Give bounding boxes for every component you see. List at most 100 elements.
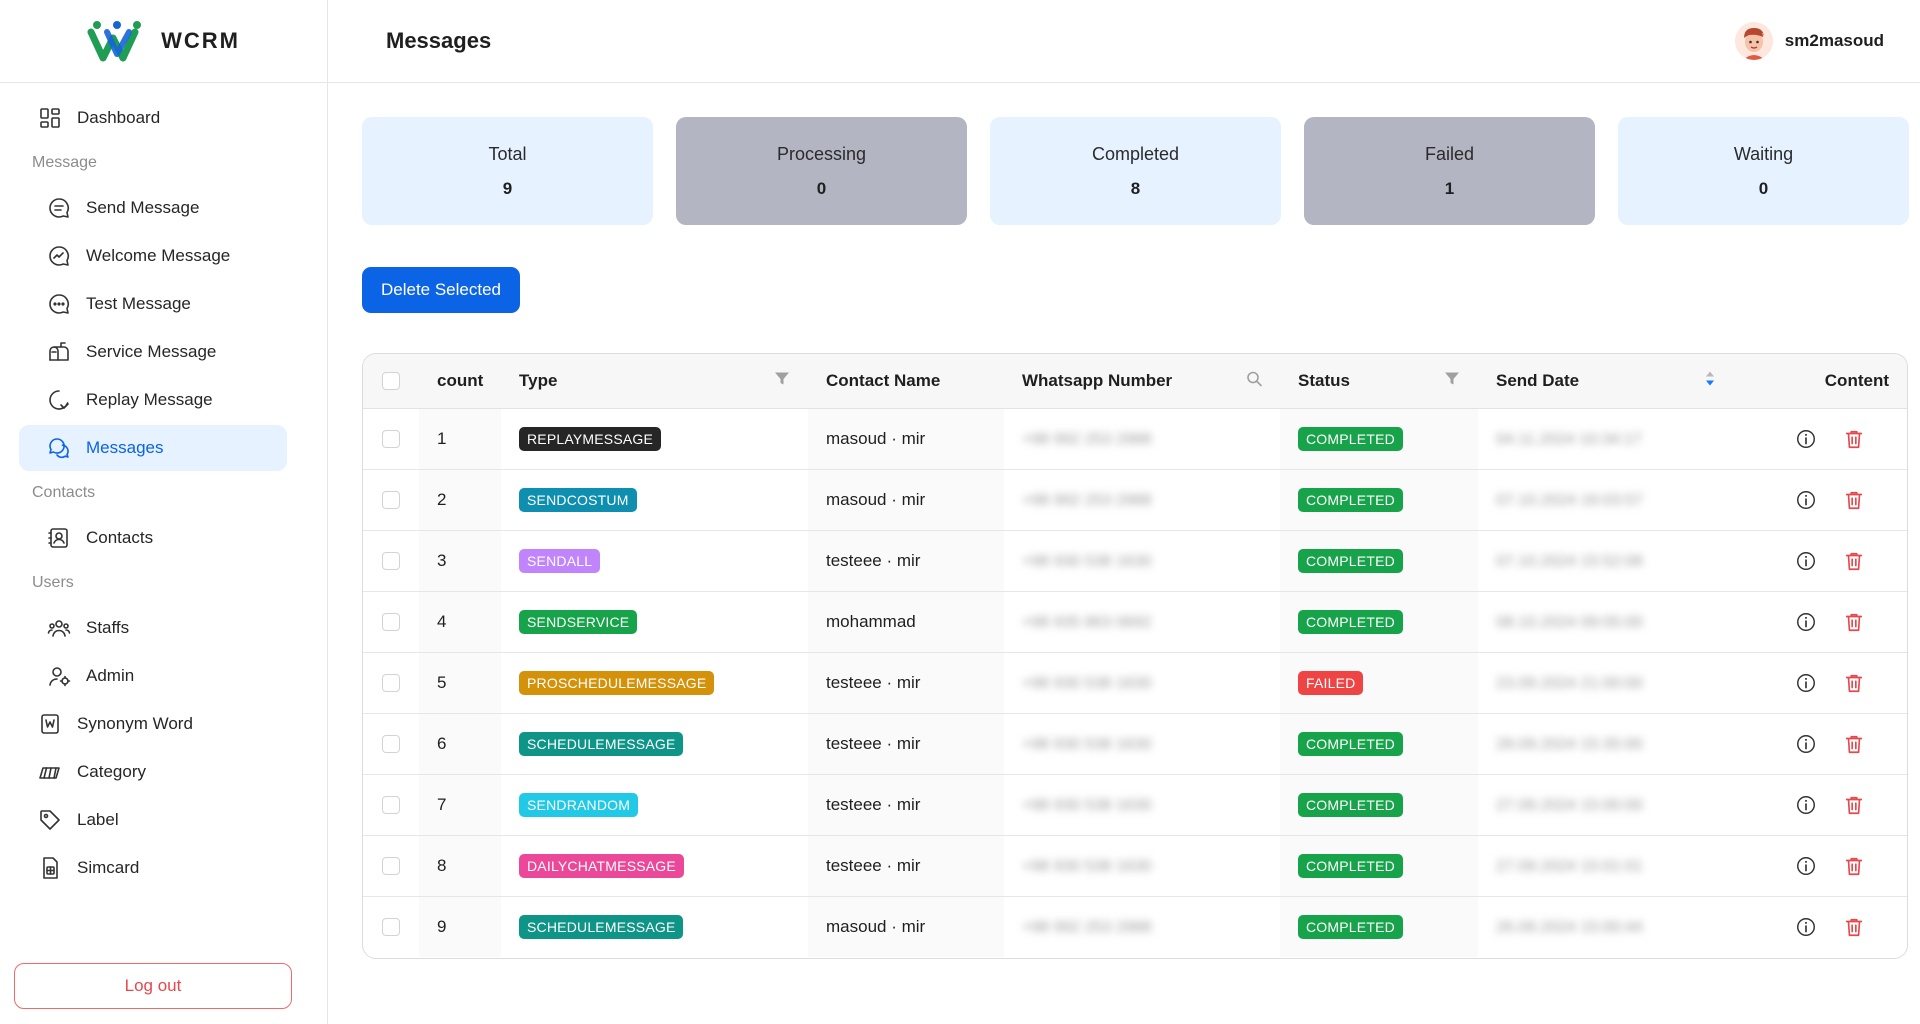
column-status-label: Status xyxy=(1298,370,1350,390)
table-row[interactable]: 8 DAILYCHATMESSAGE testeee · mir +98 930 53… xyxy=(363,835,1907,897)
row-select-cell xyxy=(363,835,419,897)
info-icon[interactable] xyxy=(1795,550,1817,572)
chat-lines-icon xyxy=(46,195,72,221)
send-date: 27.09.2024 15:00:00 xyxy=(1496,796,1643,814)
whatsapp-number: +98 935 863 0692 xyxy=(1022,613,1152,631)
chats-icon xyxy=(46,435,72,461)
sidebar-item-label[interactable]: Label xyxy=(19,797,287,843)
column-status[interactable]: Status xyxy=(1280,354,1478,409)
sidebar-item-simcard[interactable]: Simcard xyxy=(19,845,287,891)
sidebar-item-contacts[interactable]: Contacts xyxy=(19,515,287,561)
sidebar-item-test-message[interactable]: Test Message xyxy=(19,281,287,327)
info-icon[interactable] xyxy=(1795,794,1817,816)
whatsapp-number-cell: +98 992 253 2988 xyxy=(1004,469,1280,531)
row-select-cell xyxy=(363,774,419,836)
logout-button[interactable]: Log out xyxy=(14,963,292,1009)
filter-icon[interactable] xyxy=(1444,370,1460,391)
sort-icon[interactable] xyxy=(1702,370,1718,391)
delete-icon[interactable] xyxy=(1843,855,1865,877)
delete-icon[interactable] xyxy=(1843,733,1865,755)
status-badge: COMPLETED xyxy=(1298,548,1403,573)
sidebar-item-label: Staffs xyxy=(86,618,130,637)
column-count[interactable]: count xyxy=(419,354,501,409)
select-all-checkbox[interactable] xyxy=(382,372,400,391)
sidebar-item-welcome-message[interactable]: Welcome Message xyxy=(19,233,287,279)
info-icon[interactable] xyxy=(1795,672,1817,694)
delete-icon[interactable] xyxy=(1843,428,1865,450)
sidebar-item-category[interactable]: Category xyxy=(19,749,287,795)
info-icon[interactable] xyxy=(1795,916,1817,938)
table-row[interactable]: 6 SCHEDULEMESSAGE testeee · mir +98 930 538… xyxy=(363,713,1907,775)
table-row[interactable]: 7 SENDRANDOM testeee · mir +98 930 538 1630… xyxy=(363,774,1907,836)
sidebar-item-replay-message[interactable]: Replay Message xyxy=(19,377,287,423)
delete-icon[interactable] xyxy=(1843,489,1865,511)
delete-icon[interactable] xyxy=(1843,916,1865,938)
search-icon[interactable] xyxy=(1246,370,1262,391)
sidebar-item-dashboard[interactable]: Dashboard xyxy=(19,95,287,141)
row-checkbox[interactable] xyxy=(382,552,400,571)
admin-icon xyxy=(46,663,72,689)
count-cell: 9 xyxy=(419,896,501,957)
stat-label: Completed xyxy=(1091,143,1180,164)
delete-icon[interactable] xyxy=(1843,794,1865,816)
chat-dots-icon xyxy=(46,291,72,317)
sidebar-item-messages[interactable]: Messages xyxy=(19,425,287,471)
messages-table: count Type Contact Name Whatsapp Number xyxy=(362,353,1908,959)
info-icon[interactable] xyxy=(1795,428,1817,450)
column-whatsapp-number[interactable]: Whatsapp Number xyxy=(1004,354,1280,409)
row-select-cell xyxy=(363,591,419,653)
table-row[interactable]: 4 SENDSERVICE mohammad +98 935 863 0692 COMP… xyxy=(363,591,1907,653)
row-checkbox[interactable] xyxy=(382,674,400,693)
sidebar-item-label: Label xyxy=(77,810,119,829)
stat-card-processing: Processing 0 xyxy=(676,117,967,225)
info-icon[interactable] xyxy=(1795,489,1817,511)
type-cell: SENDCOSTUM xyxy=(501,469,808,531)
delete-icon[interactable] xyxy=(1843,611,1865,633)
send-date-cell: 04.11.2024 10:34:17 xyxy=(1478,408,1736,470)
row-checkbox[interactable] xyxy=(382,918,400,937)
mailbox-icon xyxy=(46,339,72,365)
contact-card-icon xyxy=(46,525,72,551)
status-cell: COMPLETED xyxy=(1280,408,1478,470)
column-contact-name[interactable]: Contact Name xyxy=(808,354,1004,409)
filter-icon[interactable] xyxy=(774,370,790,391)
sidebar-item-send-message[interactable]: Send Message xyxy=(19,185,287,231)
avatar xyxy=(1734,22,1773,60)
sidebar-item-staffs[interactable]: Staffs xyxy=(19,605,287,651)
user-menu[interactable]: sm2masoud xyxy=(1734,22,1884,60)
sidebar-item-synonym-word[interactable]: Synonym Word xyxy=(19,701,287,747)
content-cell xyxy=(1736,835,1907,897)
row-checkbox[interactable] xyxy=(382,430,400,449)
row-checkbox[interactable] xyxy=(382,796,400,815)
row-checkbox[interactable] xyxy=(382,491,400,510)
table-row[interactable]: 5 PROSCHEDULEMESSAGE testeee · mir +98 930 … xyxy=(363,652,1907,714)
info-icon[interactable] xyxy=(1795,855,1817,877)
sidebar-item-admin[interactable]: Admin xyxy=(19,653,287,699)
send-date-cell: 08.10.2024 09:05:00 xyxy=(1478,591,1736,653)
info-icon[interactable] xyxy=(1795,733,1817,755)
contact-name-cell: masoud · mir xyxy=(808,408,1004,470)
table-row[interactable]: 3 SENDALL testeee · mir +98 930 538 1630 COM… xyxy=(363,530,1907,592)
row-checkbox[interactable] xyxy=(382,613,400,632)
column-type[interactable]: Type xyxy=(501,354,808,409)
delete-icon[interactable] xyxy=(1843,550,1865,572)
type-tag: SCHEDULEMESSAGE xyxy=(519,914,684,939)
contact-name-cell: masoud · mir xyxy=(808,896,1004,957)
delete-selected-button[interactable]: Delete Selected xyxy=(362,267,520,313)
top-header: Messages sm2masoud xyxy=(328,0,1920,83)
info-icon[interactable] xyxy=(1795,611,1817,633)
row-checkbox[interactable] xyxy=(382,857,400,876)
stat-card-completed: Completed 8 xyxy=(990,117,1281,225)
row-checkbox[interactable] xyxy=(382,735,400,754)
sidebar-item-service-message[interactable]: Service Message xyxy=(19,329,287,375)
table-row[interactable]: 1 REPLAYMESSAGE masoud · mir +98 992 253 29… xyxy=(363,408,1907,470)
whatsapp-number: +98 930 538 1630 xyxy=(1022,735,1152,753)
stat-card-total: Total 9 xyxy=(362,117,653,225)
type-tag: REPLAYMESSAGE xyxy=(519,426,662,451)
table-row[interactable]: 9 SCHEDULEMESSAGE masoud · mir +98 992 253 … xyxy=(363,896,1907,957)
table-body: 1 REPLAYMESSAGE masoud · mir +98 992 253 29… xyxy=(363,408,1907,957)
column-send-date[interactable]: Send Date xyxy=(1478,354,1736,409)
table-row[interactable]: 2 SENDCOSTUM masoud · mir +98 992 253 2988 C… xyxy=(363,469,1907,531)
delete-icon[interactable] xyxy=(1843,672,1865,694)
type-cell: REPLAYMESSAGE xyxy=(501,408,808,470)
